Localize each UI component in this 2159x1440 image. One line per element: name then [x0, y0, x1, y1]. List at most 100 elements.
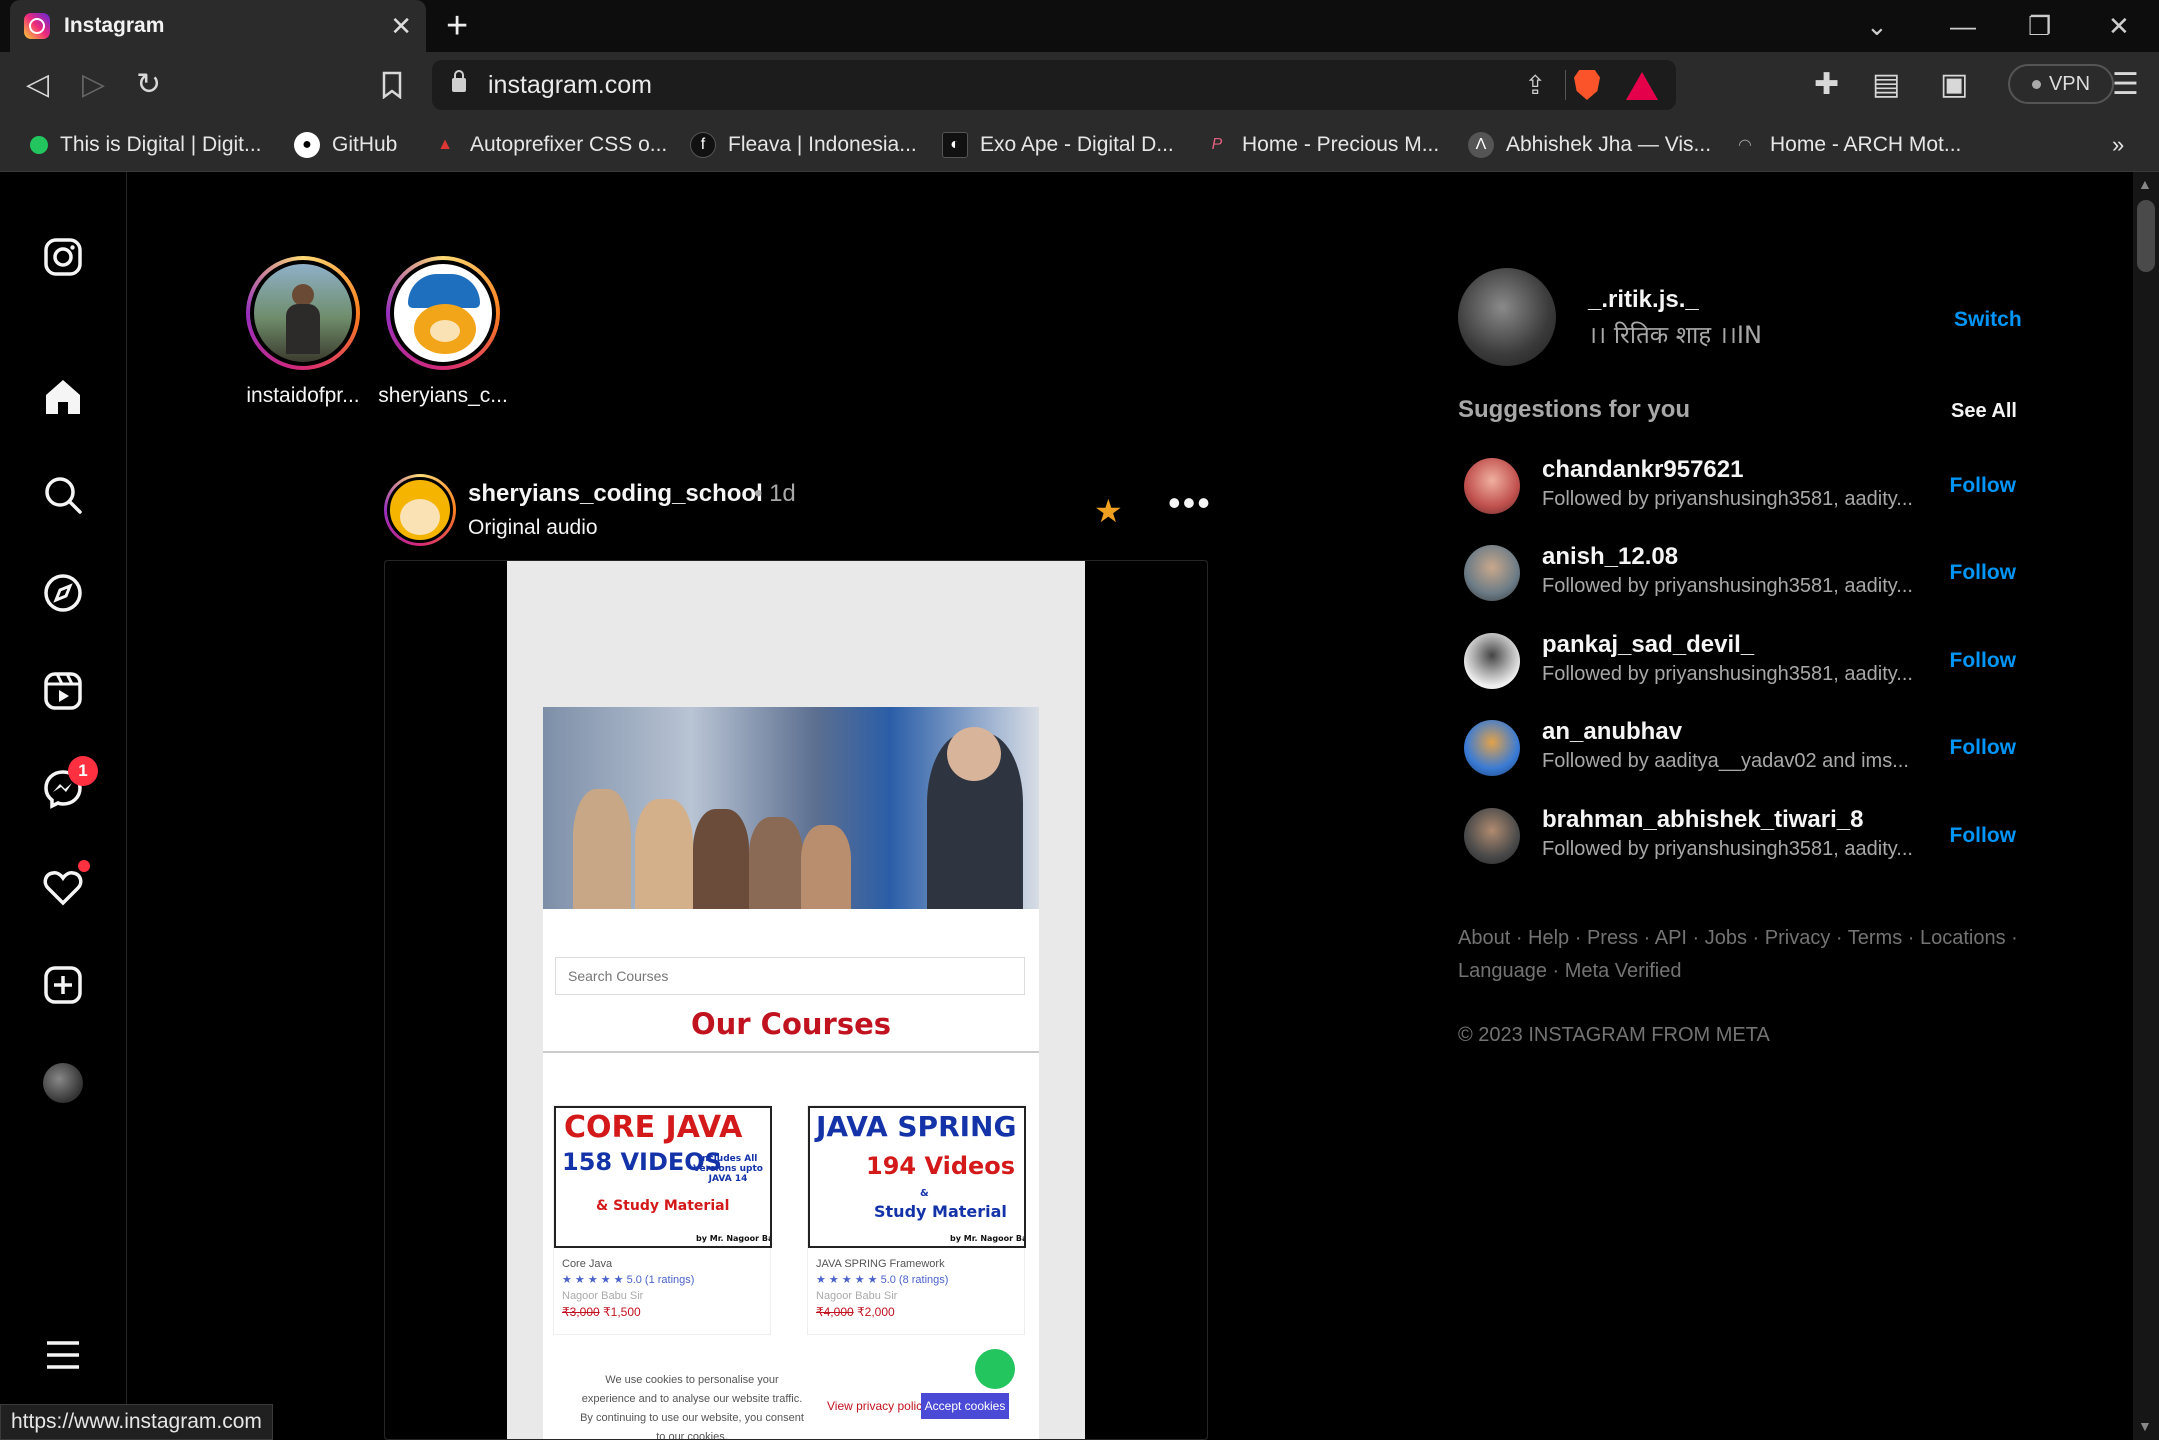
- sidebar-toggle-icon[interactable]: ▤: [1872, 52, 1900, 118]
- instagram-logo-icon[interactable]: [38, 232, 88, 282]
- bookmark-label: Autoprefixer CSS o...: [470, 133, 668, 156]
- footer-links[interactable]: About · Help · Press · API · Jobs · Priv…: [1458, 922, 2018, 988]
- post-username[interactable]: sheryians_coding_school: [468, 480, 763, 508]
- bookmark-item[interactable]: This is Digital | Digit...: [30, 118, 262, 172]
- suggestion-followed-by: Followed by aaditya__yadav02 and ims...: [1542, 750, 1909, 772]
- suggestion-followed-by: Followed by priyanshusingh3581, aadity..…: [1542, 663, 1913, 685]
- lock-icon[interactable]: [452, 70, 466, 92]
- suggestion-username[interactable]: brahman_abhishek_tiwari_8: [1542, 806, 1863, 834]
- vpn-label: VPN: [2048, 72, 2091, 95]
- suggestion-avatar[interactable]: [1464, 633, 1520, 689]
- extensions-icon[interactable]: ✚: [1814, 52, 1839, 118]
- new-tab-icon[interactable]: +: [446, 6, 468, 46]
- notification-dot: [78, 860, 90, 872]
- browser-tab-bar: Instagram ✕ + ⌄ — ❐ ✕: [0, 0, 2159, 52]
- follow-button[interactable]: Follow: [1950, 649, 2017, 673]
- bookmark-label: Fleava | Indonesia...: [728, 133, 917, 156]
- address-bar[interactable]: instagram.com ⇪: [432, 60, 1676, 110]
- scroll-down-icon[interactable]: ▼: [2138, 1418, 2152, 1434]
- home-icon[interactable]: [38, 372, 88, 422]
- scrollbar-thumb[interactable]: [2137, 200, 2155, 272]
- search-icon[interactable]: [38, 470, 88, 520]
- suggestion-avatar[interactable]: [1464, 545, 1520, 601]
- story-item[interactable]: sheryians_c...: [368, 256, 518, 408]
- suggestion-avatar[interactable]: [1464, 808, 1520, 864]
- current-username[interactable]: _.ritik.js._: [1588, 286, 1699, 314]
- course-old-price: ₹3,000: [562, 1305, 600, 1319]
- suggestion-username[interactable]: chandankr957621: [1542, 456, 1743, 484]
- back-icon[interactable]: ◁: [26, 52, 49, 118]
- more-bookmarks-icon[interactable]: »: [2112, 118, 2124, 172]
- suggestion-avatar[interactable]: [1464, 720, 1520, 776]
- story-item[interactable]: instaidofpr...: [228, 256, 378, 408]
- bookmark-item[interactable]: Λ Abhishek Jha — Vis...: [1468, 118, 1711, 172]
- url-text[interactable]: instagram.com: [488, 71, 652, 100]
- course-name: Core Java: [562, 1258, 613, 1270]
- reels-icon[interactable]: [38, 666, 88, 716]
- post-audio[interactable]: Original audio: [468, 516, 598, 540]
- browser-tab-instagram[interactable]: Instagram ✕: [10, 0, 426, 52]
- suggestion-username[interactable]: pankaj_sad_devil_: [1542, 631, 1754, 659]
- minimize-icon[interactable]: —: [1950, 8, 1976, 44]
- more-menu-icon[interactable]: [38, 1330, 88, 1380]
- course-thumbnail: JAVA SPRING 194 Videos & Study Material …: [808, 1106, 1026, 1248]
- thumb-line4: & Study Material: [596, 1198, 730, 1214]
- messenger-icon[interactable]: 1: [38, 756, 98, 814]
- story-avatar: [250, 260, 356, 366]
- brave-shields-icon[interactable]: [1574, 70, 1600, 100]
- page-scrollbar[interactable]: [2133, 172, 2159, 1440]
- hero-image: [543, 707, 1039, 909]
- suggestion-avatar[interactable]: [1464, 458, 1520, 514]
- bookmark-label: GitHub: [332, 133, 398, 156]
- courses-heading: Our Courses: [690, 1007, 892, 1041]
- scroll-up-icon[interactable]: ▲: [2138, 176, 2152, 192]
- current-user-avatar[interactable]: [1458, 268, 1556, 366]
- create-post-icon[interactable]: [38, 960, 88, 1010]
- vpn-button[interactable]: VPN: [2008, 64, 2114, 104]
- post-media-frame[interactable]: Search Courses Our Courses CORE JAVA 158…: [384, 560, 1208, 1440]
- messages-badge: 1: [68, 756, 98, 786]
- arch-icon: ◠: [1738, 137, 1752, 154]
- thumb-author: by Mr. Nagoor Babu: [696, 1234, 770, 1243]
- bookmark-item[interactable]: P Home - Precious M...: [1204, 118, 1440, 172]
- switch-account-button[interactable]: Switch: [1954, 308, 2022, 332]
- course-old-price: ₹4,000: [816, 1305, 854, 1319]
- follow-button[interactable]: Follow: [1950, 474, 2017, 498]
- menu-icon[interactable]: ☰: [2112, 52, 2139, 118]
- follow-button[interactable]: Follow: [1950, 824, 2017, 848]
- post-author-avatar[interactable]: [384, 474, 456, 546]
- suggestion-username[interactable]: an_anubhav: [1542, 718, 1682, 746]
- bookmark-icon[interactable]: [380, 52, 404, 123]
- bookmark-item[interactable]: ◠ Home - ARCH Mot...: [1732, 118, 1961, 172]
- follow-button[interactable]: Follow: [1950, 736, 2017, 760]
- bookmark-item[interactable]: f Fleava | Indonesia...: [690, 118, 917, 172]
- bookmark-item[interactable]: ◐ Exo Ape - Digital D...: [942, 118, 1174, 172]
- instagram-sidebar: 1: [0, 172, 127, 1440]
- share-icon[interactable]: ⇪: [1524, 70, 1546, 101]
- post-video[interactable]: Search Courses Our Courses CORE JAVA 158…: [507, 561, 1085, 1439]
- wallet-icon[interactable]: ▣: [1940, 52, 1968, 118]
- post-options-icon[interactable]: •••: [1168, 482, 1212, 524]
- course-card: JAVA SPRING 194 Videos & Study Material …: [807, 1105, 1026, 1335]
- suggestion-row: an_anubhav Followed by aaditya__yadav02 …: [1464, 718, 2016, 782]
- forward-icon[interactable]: ▷: [82, 52, 105, 118]
- course-price: ₹2,000: [857, 1305, 895, 1319]
- post-time[interactable]: • 1d: [754, 480, 796, 508]
- window-close-icon[interactable]: ✕: [2108, 8, 2130, 44]
- profile-nav-avatar[interactable]: [38, 1058, 88, 1108]
- explore-icon[interactable]: [38, 568, 88, 618]
- accept-cookies-button: Accept cookies: [921, 1393, 1009, 1419]
- brave-rewards-icon[interactable]: [1626, 72, 1658, 100]
- follow-button[interactable]: Follow: [1950, 561, 2017, 585]
- tab-search-chevron-icon[interactable]: ⌄: [1866, 8, 1888, 44]
- reload-icon[interactable]: ↻: [136, 52, 161, 118]
- bookmark-item[interactable]: ▲ Autoprefixer CSS o...: [432, 118, 667, 172]
- bookmark-item[interactable]: ● GitHub: [294, 118, 397, 172]
- close-tab-icon[interactable]: ✕: [390, 11, 412, 42]
- course-card: CORE JAVA 158 VIDEOS Includes All Versio…: [553, 1105, 772, 1335]
- see-all-link[interactable]: See All: [1951, 400, 2017, 423]
- restore-icon[interactable]: ❐: [2028, 8, 2051, 44]
- bookmark-label: Exo Ape - Digital D...: [980, 133, 1174, 156]
- suggestion-username[interactable]: anish_12.08: [1542, 543, 1678, 571]
- notifications-heart-icon[interactable]: [38, 860, 90, 912]
